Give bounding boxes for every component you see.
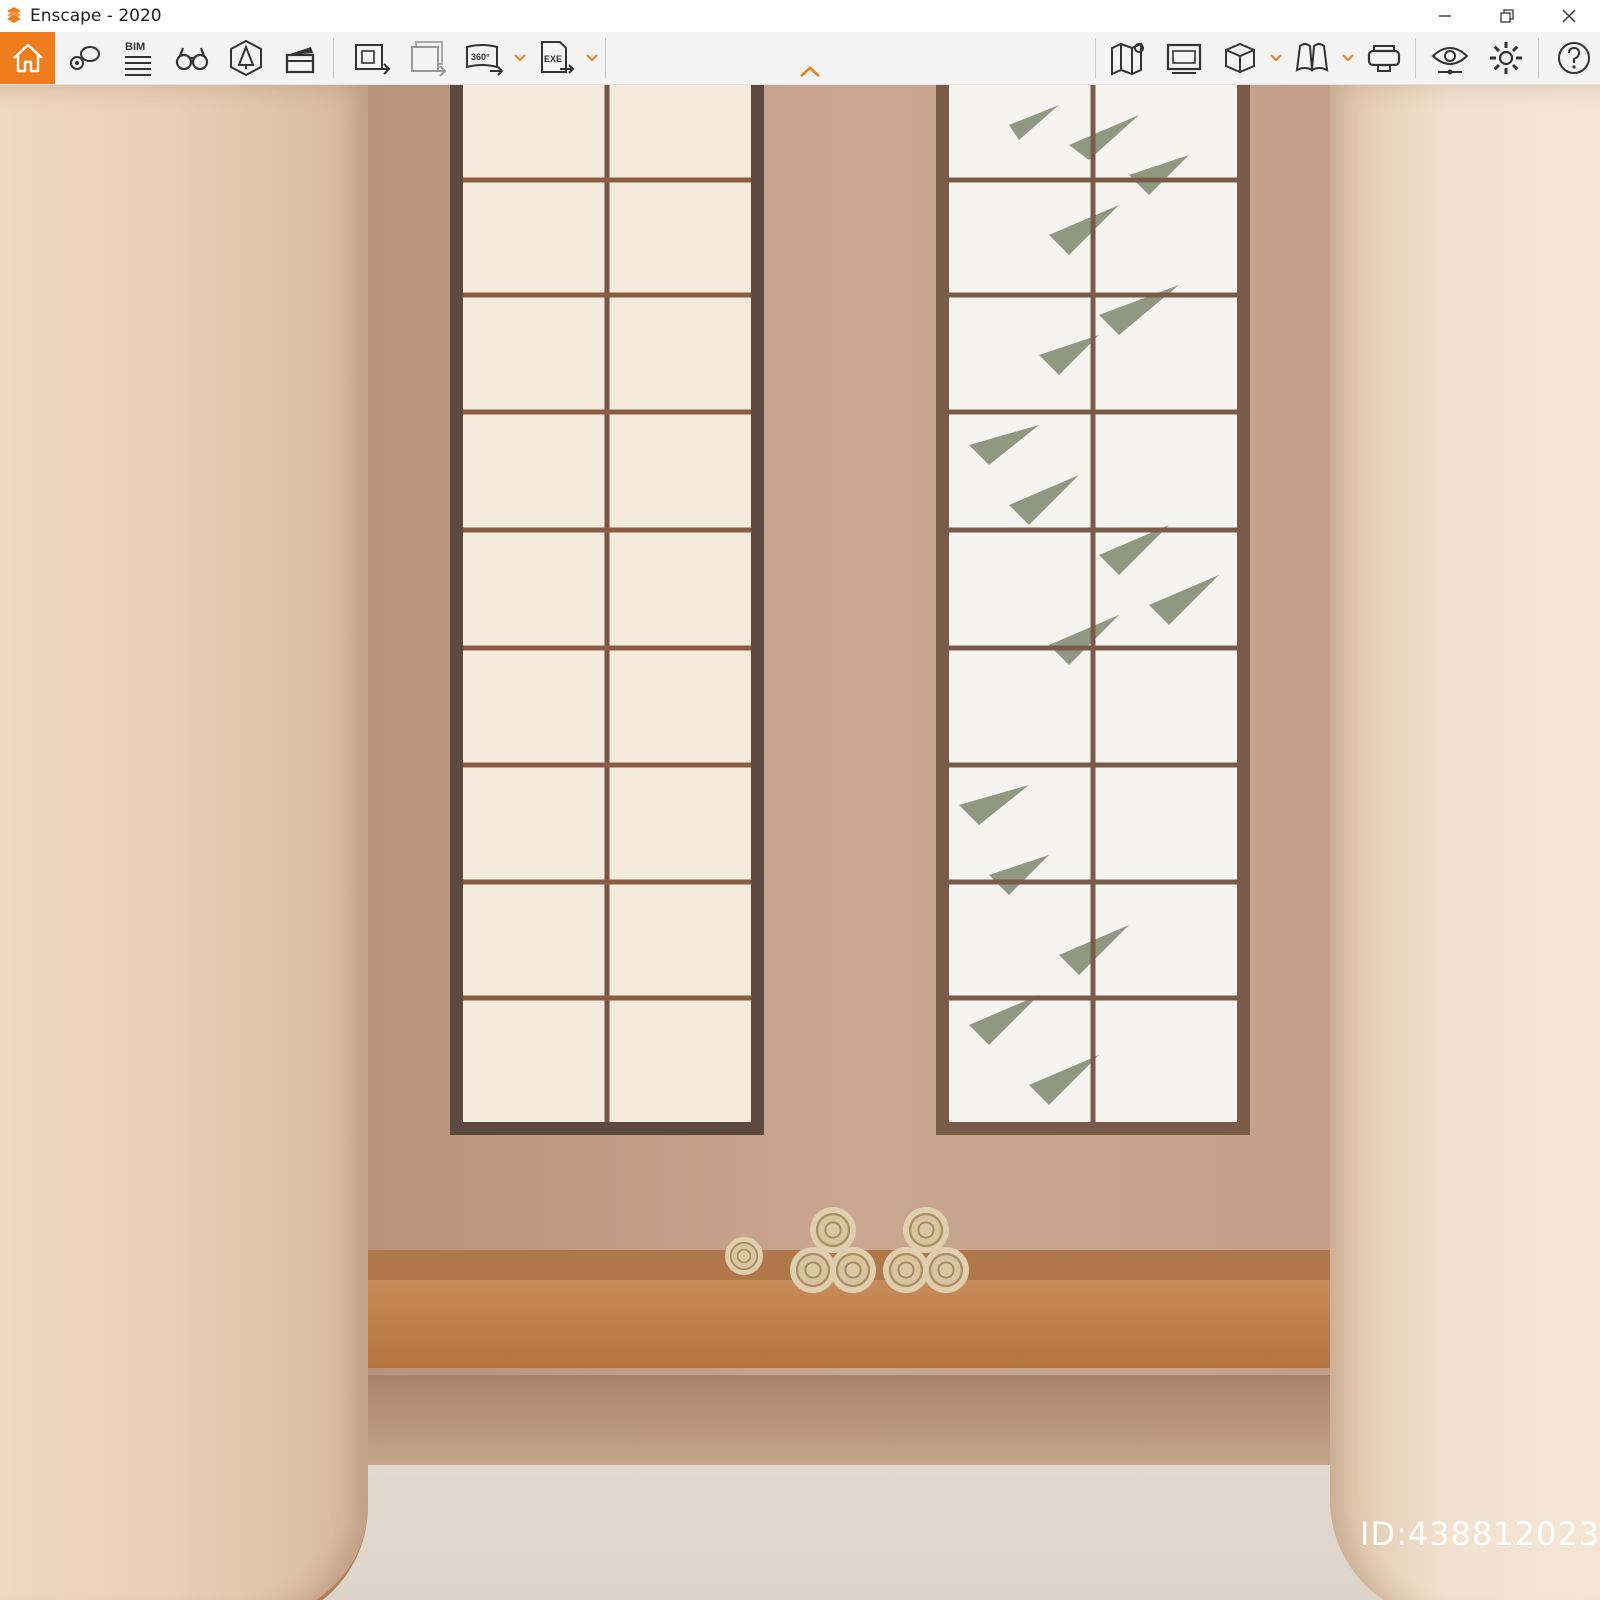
visual-settings-icon (1431, 47, 1469, 75)
visual-settings-button[interactable] (1424, 32, 1476, 84)
close-button[interactable] (1538, 0, 1600, 32)
screenshot-export-button[interactable] (346, 32, 398, 84)
gear-icon (1490, 42, 1522, 74)
shoji-window-right (936, 85, 1250, 1135)
exe-export-icon: EXE (541, 41, 575, 74)
chevron-down-icon (514, 54, 526, 62)
enscape-logo-icon (7, 7, 21, 23)
panorama-360-icon: 360° (466, 44, 504, 76)
bamboo-leaves (959, 105, 1219, 1105)
collaboration-icon (1166, 43, 1202, 74)
title-bar: Enscape - 2020 (0, 0, 1600, 32)
restore-icon (1500, 9, 1514, 23)
video-editor-icon (285, 47, 315, 74)
curved-wall-right (1330, 85, 1600, 1600)
chevron-up-icon (800, 66, 820, 77)
exe-export-button[interactable]: EXE (530, 32, 582, 84)
vr-headset-button[interactable] (1358, 32, 1410, 84)
restore-button[interactable] (1476, 0, 1538, 32)
help-icon (1558, 42, 1590, 74)
curved-wall-left (0, 85, 368, 1600)
vr-headset-icon (1367, 45, 1401, 72)
batch-render-button[interactable] (402, 32, 454, 84)
rolled-bamboo-mats (725, 1185, 985, 1295)
watermark-id: ID:438812023 (1360, 1515, 1600, 1553)
views-button[interactable] (58, 32, 110, 84)
home-button[interactable] (0, 32, 55, 84)
home-icon (12, 43, 43, 73)
map-icon (1111, 42, 1144, 76)
chevron-down-icon (1342, 54, 1354, 62)
close-icon (1562, 9, 1576, 23)
collaboration-button[interactable] (1158, 32, 1210, 84)
bim-icon: BIM (125, 41, 151, 76)
render-viewport[interactable]: ID:438812023 (0, 85, 1600, 1600)
chevron-down-icon (1270, 54, 1282, 62)
window-title: Enscape - 2020 (30, 6, 162, 26)
video-editor-button[interactable] (274, 32, 326, 84)
shoji-window-left (450, 85, 764, 1135)
asset-library-icon (230, 39, 262, 77)
map-button[interactable] (1102, 32, 1154, 84)
bim-button[interactable]: BIM (112, 32, 164, 84)
batch-render-icon (411, 41, 447, 77)
bamboo-shadow-panel (949, 85, 1237, 1122)
help-button[interactable] (1548, 32, 1600, 84)
minimize-button[interactable] (1414, 0, 1476, 32)
material-editor-button[interactable] (1214, 32, 1266, 84)
exe-dropdown-button[interactable] (584, 32, 600, 84)
collapse-toolbar-button[interactable] (797, 64, 823, 80)
binoculars-icon (175, 47, 209, 71)
panorama-360-label: 360° (471, 52, 490, 62)
views-icon (70, 46, 100, 70)
chevron-down-icon (586, 54, 598, 62)
book-icon (1295, 43, 1329, 72)
panorama-360-button[interactable]: 360° (458, 32, 510, 84)
asset-library-button[interactable] (220, 32, 272, 84)
material-editor-icon (1225, 42, 1255, 74)
exe-label: EXE (544, 54, 562, 64)
bim-label: BIM (125, 41, 145, 53)
material-dropdown-button[interactable] (1268, 32, 1284, 84)
shoji-grid-left (463, 85, 751, 1122)
bench-shadow (368, 1375, 1330, 1465)
panorama-dropdown-button[interactable] (512, 32, 528, 84)
book-dropdown-button[interactable] (1340, 32, 1356, 84)
minimize-icon (1439, 15, 1451, 17)
screenshot-export-icon (355, 44, 391, 75)
book-button[interactable] (1286, 32, 1338, 84)
settings-button[interactable] (1480, 32, 1532, 84)
walk-mode-button[interactable] (166, 32, 218, 84)
